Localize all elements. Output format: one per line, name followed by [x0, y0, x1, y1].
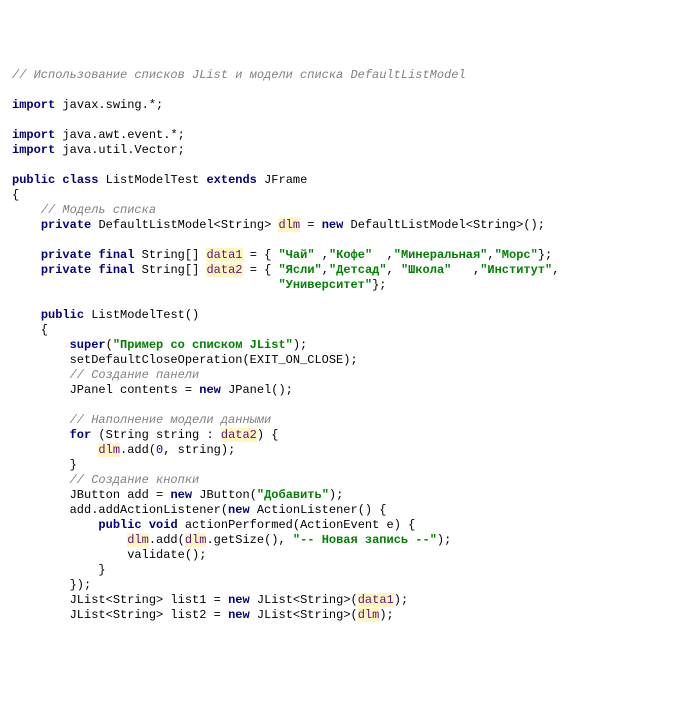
- code-block: // Использование списков JList и модели …: [12, 68, 665, 623]
